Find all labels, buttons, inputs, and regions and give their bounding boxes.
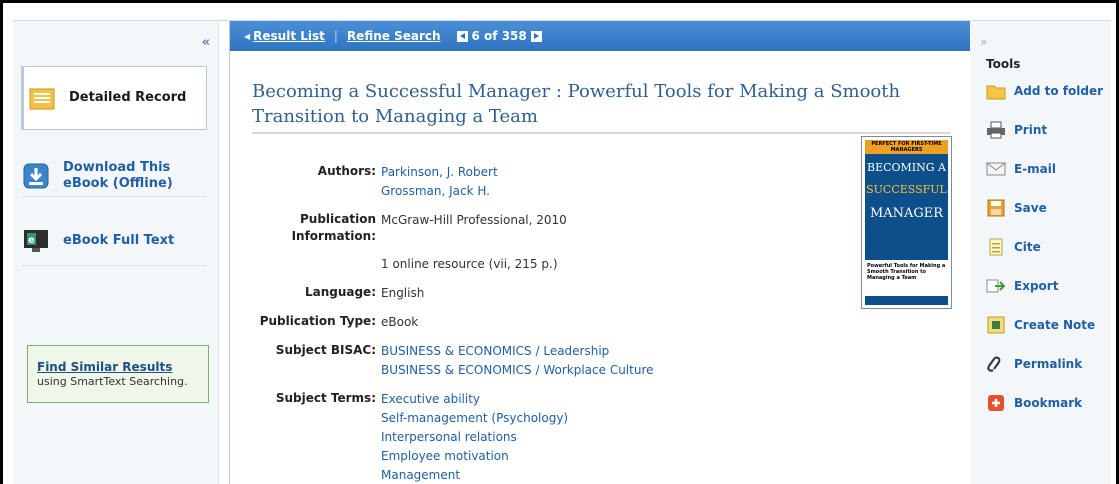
tool-cite[interactable]: Cite [986,238,1041,256]
record-title: Becoming a Successful Manager : Powerful… [252,79,950,134]
download-ebook-icon [23,163,49,188]
svg-text:e: e [28,235,35,246]
back-arrow-icon: ◀ [244,31,251,41]
link-icon [987,356,1001,372]
nav-ebook-full-text[interactable]: e eBook Full Text [21,216,207,266]
tool-export[interactable]: Export [986,277,1058,295]
field-value: English [381,286,425,300]
subject-link[interactable]: BUSINESS & ECONOMICS / Leadership [381,342,654,361]
tool-label: Cite [1014,240,1041,254]
field-extent: 1 online resource (vii, 215 p.) [230,255,840,274]
tool-label: E-mail [1014,162,1057,176]
tool-permalink[interactable]: Permalink [986,355,1082,373]
record-fields: Authors: Parkinson, J. Robert Grossman, … [230,163,840,484]
field-label: Publication Type: [259,314,376,328]
subject-term-link[interactable]: Management [381,466,568,484]
nav-download-ebook-label: Download This eBook (Offline) [63,159,173,191]
folder-icon [986,85,1006,100]
tool-label: Export [1014,279,1059,293]
collapse-left-button[interactable]: « [202,35,210,50]
subject-term-link[interactable]: Interpersonal relations [381,428,568,447]
nav-detailed-record-label: Detailed Record [69,90,187,105]
tool-label: Create Note [1014,318,1096,332]
tool-save[interactable]: Save [986,199,1047,217]
next-record-icon[interactable] [530,30,542,42]
tool-label: Save [1014,201,1047,215]
subject-term-link[interactable]: Executive ability [381,390,568,409]
tool-create-note[interactable]: Create Note [986,316,1095,334]
field-authors: Authors: Parkinson, J. Robert Grossman, … [230,163,840,201]
find-similar-box: Find Similar Results using SmartText Sea… [27,345,209,403]
cover-title-line: MANAGER [869,206,944,221]
nav-detailed-record[interactable]: Detailed Record [21,66,207,130]
window-frame: « Detailed Record Download This eBook (O… [0,0,1119,484]
printer-icon [987,121,1005,139]
nav-download-ebook[interactable]: Download This eBook (Offline) [21,155,207,197]
field-value: 1 online resource (vii, 215 p.) [381,257,558,271]
find-similar-text: using SmartText Searching. [37,375,188,388]
cover-subtitle: Powerful Tools for Making a Smooth Trans… [865,260,948,296]
field-label: Publication Information: [291,212,376,243]
cover-title-line: BECOMING A [866,161,946,174]
field-value: McGraw-Hill Professional, 2010 [381,213,567,227]
ebook-full-text-icon: e [24,229,48,252]
note-icon [987,316,1005,334]
email-icon [986,162,1006,176]
save-icon [987,199,1005,217]
record-panel: ◀ Result List | Refine Search 6 of 358 B… [229,21,971,484]
field-publication: Publication Information: McGraw-Hill Pro… [230,211,840,245]
subject-term-link[interactable]: Self-management (Psychology) [381,409,568,428]
tool-label: Print [1014,123,1048,137]
nav-ebook-full-text-label: eBook Full Text [63,232,175,248]
find-similar-link[interactable]: Find Similar Results [37,360,208,374]
tool-label: Add to folder [1014,84,1104,98]
record-position: 6 of 358 [471,29,527,43]
subject-link[interactable]: BUSINESS & ECONOMICS / Workplace Culture [381,361,654,380]
cover-title-line: SUCCESSFUL [866,183,947,196]
author-link[interactable]: Grossman, Jack H. [381,182,498,201]
result-list-link[interactable]: Result List [253,29,325,43]
field-language: Language: English [230,284,840,303]
book-cover[interactable]: PERFECT FOR FIRST-TIME MANAGERS BECOMING… [861,136,952,309]
bookmark-icon [988,395,1004,411]
result-toolbar: ◀ Result List | Refine Search 6 of 358 [230,21,970,51]
field-publication-type: Publication Type: eBook [230,313,840,332]
field-label: Language: [304,285,376,299]
collapse-right-button[interactable]: » [980,35,987,49]
field-label: Authors: [317,164,376,178]
cite-icon [989,238,1003,256]
field-label: Subject BISAC: [275,343,376,357]
field-subject-terms: Subject Terms: Executive ability Self-ma… [230,390,840,484]
field-subject-bisac: Subject BISAC: BUSINESS & ECONOMICS / Le… [230,342,840,380]
tools-sidebar: » Tools Add to folder Print E-mail Save … [970,21,1111,484]
tool-add-to-folder[interactable]: Add to folder [986,82,1103,100]
field-label: Subject Terms: [275,391,376,405]
author-link[interactable]: Parkinson, J. Robert [381,163,498,182]
toolbar-separator: | [333,29,338,43]
cover-banner: PERFECT FOR FIRST-TIME MANAGERS [865,140,948,154]
refine-search-link[interactable]: Refine Search [347,29,441,43]
tool-bookmark[interactable]: Bookmark [986,394,1082,412]
subject-term-link[interactable]: Employee motivation [381,447,568,466]
field-value: eBook [381,315,419,329]
tool-print[interactable]: Print [986,121,1047,139]
tool-label: Permalink [1014,357,1083,371]
detailed-record-icon [29,88,55,110]
previous-record-icon[interactable] [456,30,468,42]
tools-heading: Tools [986,57,1021,71]
export-icon [986,279,1006,293]
page-layout: « Detailed Record Download This eBook (O… [13,20,1111,484]
tool-email[interactable]: E-mail [986,160,1056,178]
left-sidebar: « Detailed Record Download This eBook (O… [13,21,219,484]
tool-label: Bookmark [1014,396,1083,410]
